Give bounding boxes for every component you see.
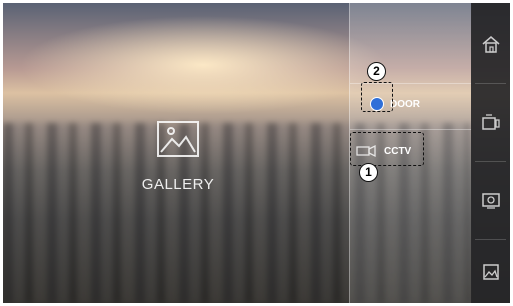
callout-box-1: [350, 132, 424, 166]
interphone-icon: [481, 114, 500, 130]
gallery-label: GALLERY: [141, 176, 215, 193]
gallery-icon: [482, 264, 499, 280]
camera-view-icon: [481, 193, 500, 209]
screen: GALLERY DOOR CCTV 2 1: [3, 3, 510, 303]
sidebar-divider: [475, 83, 506, 84]
home-icon: [482, 36, 499, 53]
callout-number-2: 2: [367, 62, 386, 81]
sidebar-item-interphone[interactable]: [471, 85, 510, 159]
image-icon: [157, 121, 199, 157]
right-sidebar: [471, 3, 510, 303]
sidebar-item-gallery[interactable]: [471, 235, 510, 303]
callout-box-2: [361, 82, 393, 112]
sidebar-divider: [475, 161, 506, 162]
sidebar-item-camera-view[interactable]: [471, 163, 510, 237]
gallery-tile[interactable]: GALLERY: [133, 121, 223, 193]
panel-divider: [350, 129, 472, 130]
door-label: DOOR: [390, 98, 420, 110]
sidebar-item-home[interactable]: [471, 7, 510, 81]
callout-number-1: 1: [359, 163, 378, 182]
